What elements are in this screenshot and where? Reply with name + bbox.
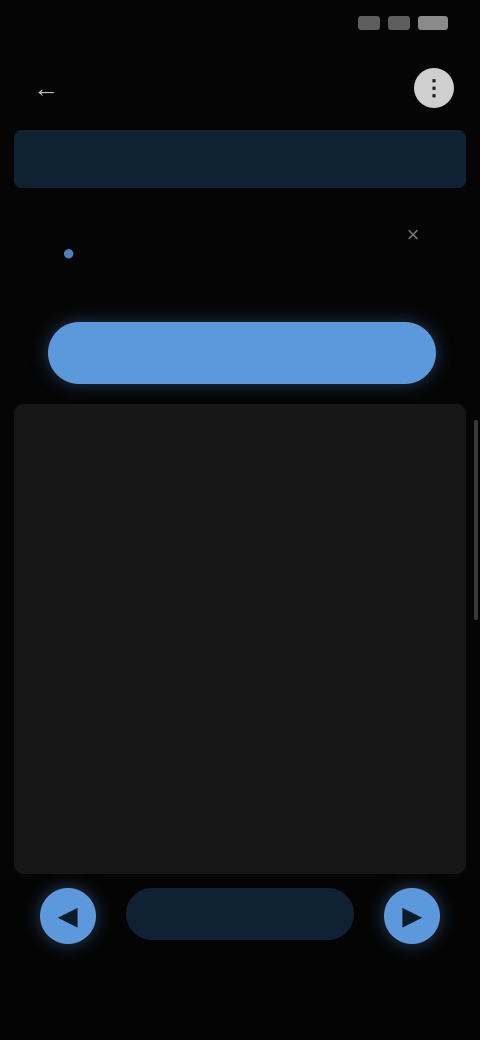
back-arrow-icon: ← <box>33 72 59 103</box>
account-icon: ● <box>62 240 76 265</box>
back-button[interactable]: ← <box>26 68 66 108</box>
wifi-icon <box>388 16 410 30</box>
list-item[interactable] <box>14 576 466 636</box>
more-icon: ⋮ <box>423 75 445 100</box>
list-item[interactable] <box>14 652 466 712</box>
left-action-icon: ◀ <box>58 902 78 930</box>
primary-button[interactable] <box>48 322 436 384</box>
close-icon[interactable]: × <box>398 220 428 250</box>
option-list <box>14 404 466 874</box>
app-bar: ← ⋮ <box>0 56 480 120</box>
more-button[interactable]: ⋮ <box>414 68 454 108</box>
right-action-icon: ▶ <box>402 902 422 930</box>
app-screen: ← ⋮ ● × ◀ ▶ <box>0 0 480 1040</box>
status-bar <box>0 0 480 56</box>
bottom-bar: ◀ ▶ <box>0 878 480 1040</box>
left-action-button[interactable]: ◀ <box>40 888 96 944</box>
list-item[interactable] <box>14 728 466 788</box>
status-icons <box>358 16 448 30</box>
list-item[interactable] <box>14 424 466 484</box>
signal-icon <box>358 16 380 30</box>
center-action-button[interactable] <box>126 888 354 940</box>
list-item[interactable] <box>14 500 466 560</box>
list-item[interactable] <box>14 804 466 864</box>
info-banner[interactable] <box>14 130 466 188</box>
battery-icon <box>418 16 448 30</box>
scrollbar[interactable] <box>474 420 478 620</box>
account-card[interactable]: ● × <box>44 200 436 296</box>
right-action-button[interactable]: ▶ <box>384 888 440 944</box>
